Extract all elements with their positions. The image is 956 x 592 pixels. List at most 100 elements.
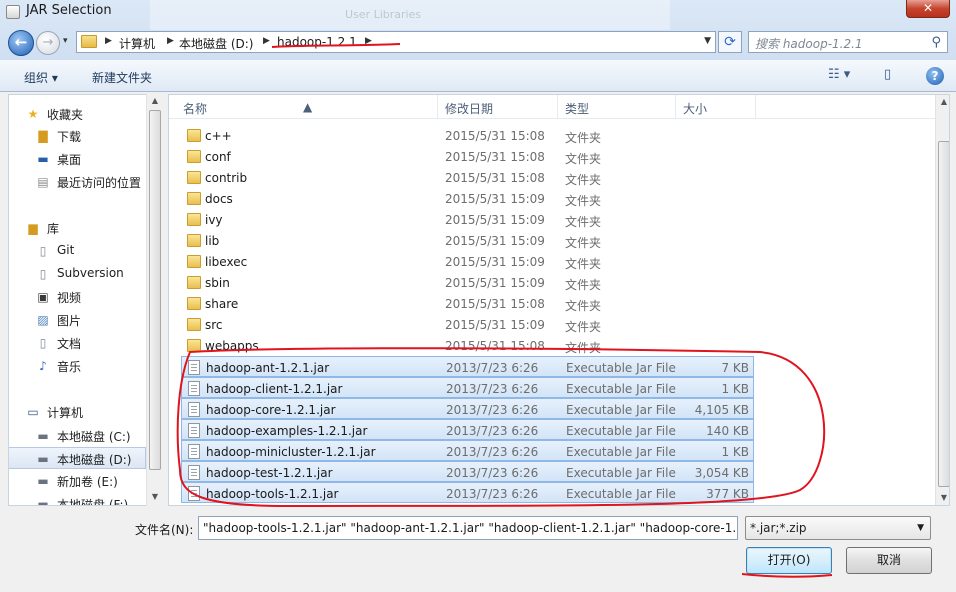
table-row[interactable]: contrib 2015/5/31 15:08 文件夹 — [181, 167, 754, 188]
table-row[interactable]: hadoop-examples-1.2.1.jar 2013/7/23 6:26 E… — [181, 419, 754, 440]
drive-icon: ▬ — [37, 474, 49, 488]
history-dropdown-icon[interactable]: ▾ — [63, 36, 68, 46]
sidebar-item-drive-f[interactable]: ▬ 本地磁盘 (F:) — [9, 493, 147, 505]
scroll-down-icon[interactable]: ▼ — [147, 492, 163, 501]
cell-date: 2015/5/31 15:09 — [445, 213, 545, 227]
view-options-icon[interactable]: ☷ ▾ — [828, 67, 850, 82]
table-row[interactable]: share 2015/5/31 15:08 文件夹 — [181, 293, 754, 314]
table-row[interactable]: hadoop-test-1.2.1.jar 2013/7/23 6:26 Execu… — [181, 461, 754, 482]
table-row[interactable]: src 2015/5/31 15:09 文件夹 — [181, 314, 754, 335]
sidebar-item-drive-e[interactable]: ▬ 新加卷 (E:) — [9, 470, 147, 492]
table-row[interactable]: libexec 2015/5/31 15:09 文件夹 — [181, 251, 754, 272]
close-button[interactable]: ✕ — [906, 0, 950, 18]
cancel-button[interactable]: 取消 — [846, 547, 932, 574]
column-header-name[interactable]: 名称 — [183, 100, 207, 117]
table-row[interactable]: hadoop-client-1.2.1.jar 2013/7/23 6:26 Exe… — [181, 377, 754, 398]
filename-input[interactable]: "hadoop-tools-1.2.1.jar" "hadoop-ant-1.2… — [198, 516, 738, 540]
breadcrumb-drive-d[interactable]: 本地磁盘 (D:) — [179, 35, 253, 52]
sidebar-item-subversion[interactable]: ▯ Subversion — [9, 263, 147, 285]
cell-name: c++ — [205, 129, 232, 143]
scroll-up-icon[interactable]: ▲ — [147, 96, 163, 105]
column-header-type[interactable]: 类型 — [565, 100, 589, 117]
column-header-size[interactable]: 大小 — [683, 100, 707, 117]
table-row[interactable]: ivy 2015/5/31 15:09 文件夹 — [181, 209, 754, 230]
table-row[interactable]: hadoop-core-1.2.1.jar 2013/7/23 6:26 Execu… — [181, 398, 754, 419]
breadcrumb-computer[interactable]: 计算机 — [119, 35, 155, 52]
command-bar: 组织 ▾ 新建文件夹 ☷ ▾ ▯ ? — [0, 60, 956, 92]
table-row[interactable]: c++ 2015/5/31 15:08 文件夹 — [181, 125, 754, 146]
folder-icon — [187, 339, 201, 352]
document-icon: ▯ — [39, 336, 47, 350]
table-row[interactable]: docs 2015/5/31 15:09 文件夹 — [181, 188, 754, 209]
sidebar-item-videos[interactable]: ▣ 视频 — [9, 286, 147, 308]
sidebar-item-libraries[interactable]: ▆ 库 — [9, 217, 147, 239]
address-bar[interactable]: ▶ 计算机 ▶ 本地磁盘 (D:) ▶ hadoop-1.2.1 ▶ ▼ — [76, 31, 716, 53]
scroll-up-icon[interactable]: ▲ — [936, 97, 949, 106]
cell-date: 2015/5/31 15:09 — [445, 255, 545, 269]
search-icon[interactable]: ⚲ — [931, 35, 941, 50]
sidebar-item-drive-d[interactable]: ▬ 本地磁盘 (D:) — [9, 447, 146, 469]
chevron-down-icon[interactable]: ▼ — [704, 36, 711, 46]
sidebar-item-label: 本地磁盘 (D:) — [57, 453, 132, 467]
help-icon[interactable]: ? — [926, 67, 944, 85]
cell-type: 文件夹 — [565, 341, 602, 355]
column-divider[interactable] — [437, 95, 438, 119]
open-button[interactable]: 打开(O) — [746, 547, 832, 574]
sidebar-item-downloads[interactable]: ▇ 下载 — [9, 125, 147, 147]
sidebar-item-desktop[interactable]: ▬ 桌面 — [9, 148, 147, 170]
document-icon: ▯ — [39, 244, 47, 258]
navigation-scrollbar[interactable]: ▲ ▼ — [146, 94, 162, 506]
back-arrow-icon[interactable]: ← — [8, 30, 34, 56]
file-list-scrollbar[interactable]: ▲ ▼ — [935, 95, 949, 505]
organize-button[interactable]: 组织 ▾ — [24, 69, 58, 86]
table-row[interactable]: hadoop-minicluster-1.2.1.jar 2013/7/23 6:… — [181, 440, 754, 461]
sidebar-item-recent[interactable]: ▤ 最近访问的位置 — [9, 171, 147, 193]
table-row[interactable]: sbin 2015/5/31 15:09 文件夹 — [181, 272, 754, 293]
chevron-right-icon[interactable]: ▶ — [105, 36, 112, 46]
folder-icon — [81, 35, 97, 48]
column-divider[interactable] — [755, 95, 756, 119]
column-divider[interactable] — [675, 95, 676, 119]
cell-date: 2015/5/31 15:09 — [445, 192, 545, 206]
cell-name: hadoop-minicluster-1.2.1.jar — [206, 445, 376, 459]
preview-pane-icon[interactable]: ▯ — [884, 67, 891, 82]
breadcrumb-hadoop[interactable]: hadoop-1.2.1 — [277, 35, 357, 49]
sidebar-item-label: Git — [57, 243, 75, 257]
cell-type: 文件夹 — [565, 257, 602, 271]
forward-arrow-icon[interactable]: → — [36, 31, 60, 55]
table-row[interactable]: webapps 2015/5/31 15:08 文件夹 — [181, 335, 754, 356]
folder-icon — [187, 297, 201, 310]
table-row[interactable]: conf 2015/5/31 15:08 文件夹 — [181, 146, 754, 167]
column-header-date[interactable]: 修改日期 — [445, 100, 493, 117]
scroll-thumb[interactable] — [938, 141, 949, 487]
column-headers: 名称 ▲ 修改日期 类型 大小 — [169, 95, 935, 119]
cell-type: Executable Jar File — [566, 466, 676, 480]
column-divider[interactable] — [557, 95, 558, 119]
chevron-right-icon[interactable]: ▶ — [365, 36, 372, 46]
table-row[interactable]: hadoop-ant-1.2.1.jar 2013/7/23 6:26 Execut… — [181, 356, 754, 377]
new-folder-button[interactable]: 新建文件夹 — [92, 69, 152, 86]
table-row[interactable]: lib 2015/5/31 15:09 文件夹 — [181, 230, 754, 251]
chevron-right-icon[interactable]: ▶ — [167, 36, 174, 46]
sidebar-item-drive-c[interactable]: ▬ 本地磁盘 (C:) — [9, 425, 147, 447]
cell-type: Executable Jar File — [566, 382, 676, 396]
sidebar-item-documents[interactable]: ▯ 文档 — [9, 332, 147, 354]
sidebar-item-computer[interactable]: ▭ 计算机 — [9, 401, 147, 423]
file-type-filter[interactable]: *.jar;*.zip ▼ — [745, 516, 931, 540]
chevron-right-icon[interactable]: ▶ — [263, 36, 270, 46]
sidebar-item-music[interactable]: ♪ 音乐 — [9, 355, 147, 377]
search-input[interactable]: 搜索 hadoop-1.2.1 ⚲ — [748, 31, 948, 53]
sidebar-item-git[interactable]: ▯ Git — [9, 240, 147, 262]
document-icon: ▯ — [39, 267, 47, 281]
table-row[interactable]: hadoop-tools-1.2.1.jar 2013/7/23 6:26 Exec… — [181, 482, 754, 503]
cell-date: 2015/5/31 15:09 — [445, 318, 545, 332]
sidebar-item-favorites[interactable]: ★ 收藏夹 — [9, 103, 147, 125]
refresh-icon[interactable]: ⟳ — [718, 31, 742, 53]
scroll-down-icon[interactable]: ▼ — [936, 493, 949, 502]
sidebar-item-pictures[interactable]: ▨ 图片 — [9, 309, 147, 331]
cell-date: 2013/7/23 6:26 — [446, 424, 539, 438]
cell-size: 1 KB — [721, 382, 749, 396]
scroll-thumb[interactable] — [149, 110, 161, 470]
cell-name: conf — [205, 150, 231, 164]
sidebar-item-label: 本地磁盘 (C:) — [57, 430, 131, 444]
